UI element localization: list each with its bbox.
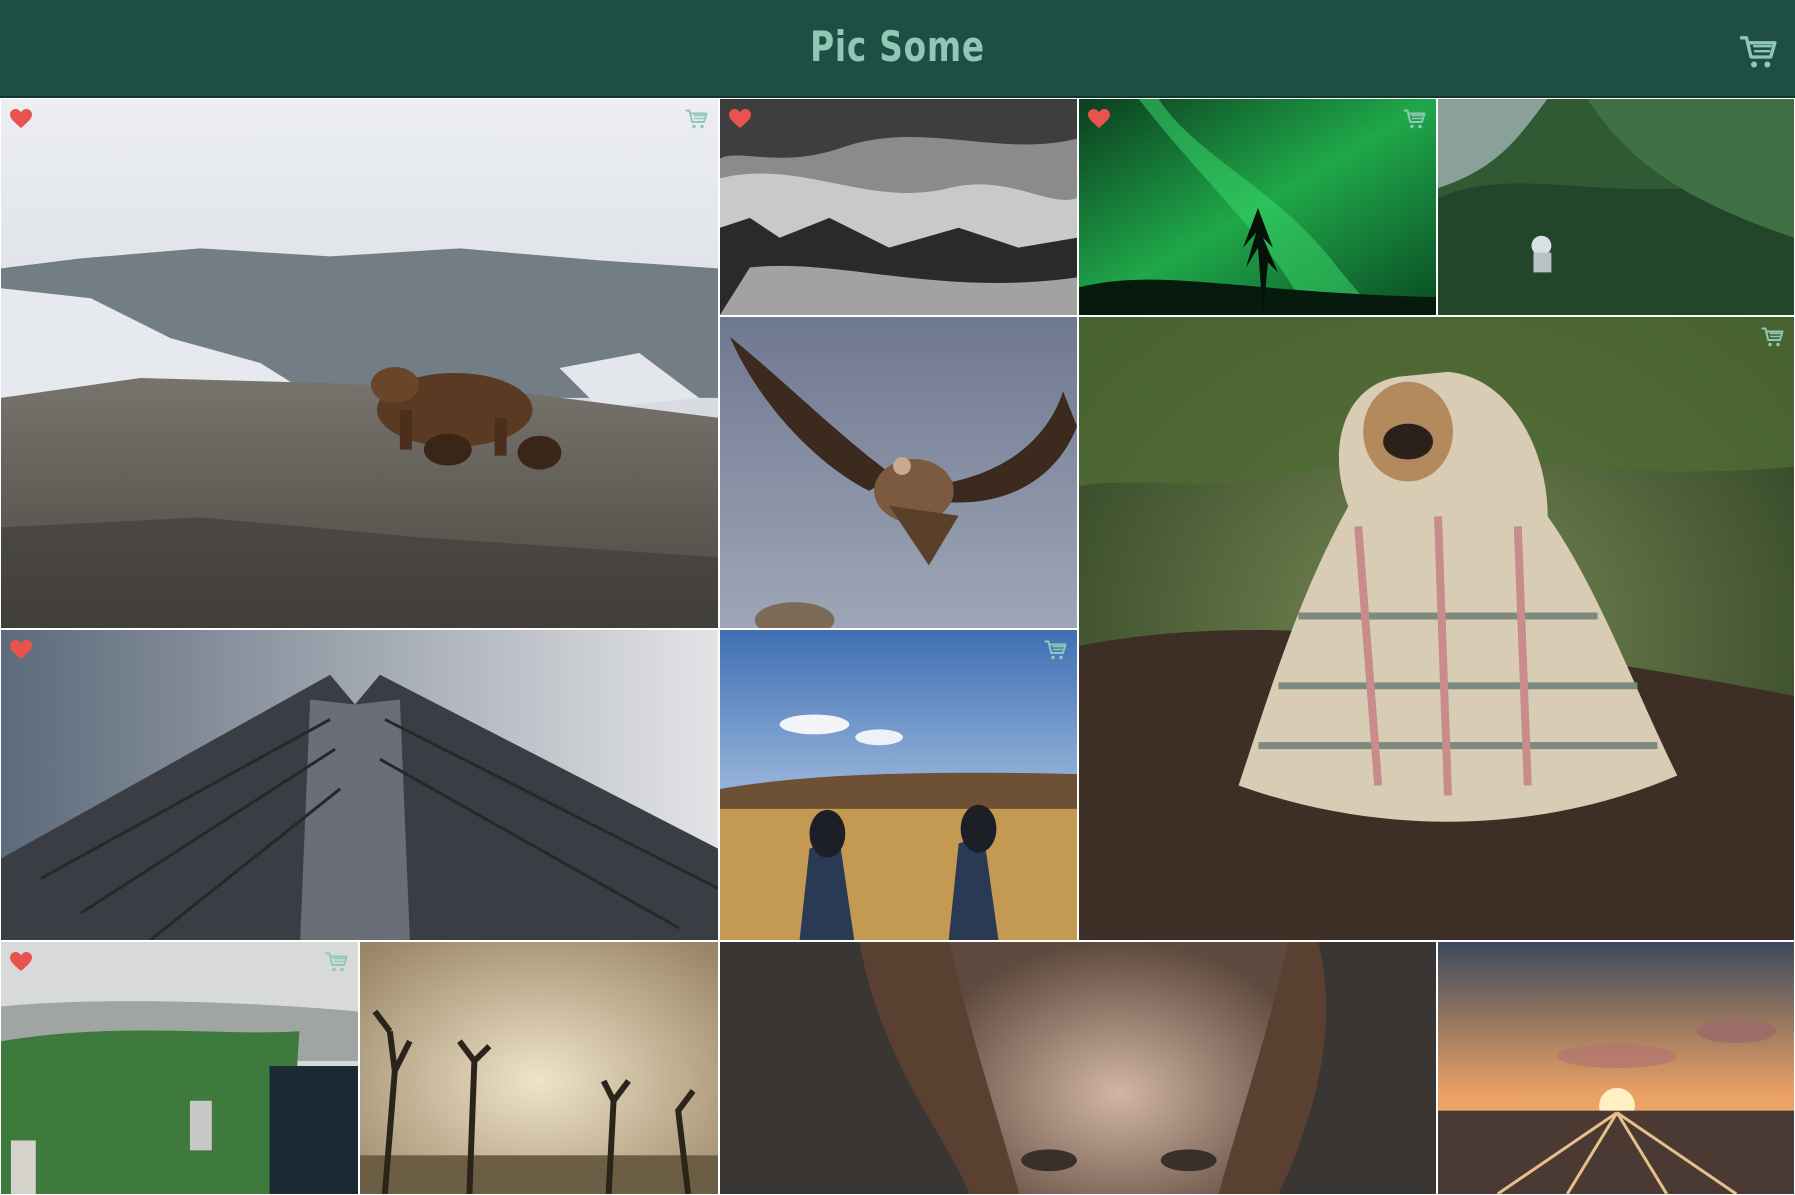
image-skyscraper [1,630,718,940]
add-to-cart-icon[interactable] [1760,325,1786,349]
image-tile-biker[interactable] [1437,98,1795,316]
heart-icon[interactable] [9,638,33,660]
add-to-cart-icon[interactable] [1043,638,1069,662]
heart-icon[interactable] [728,107,752,129]
app-header: Pic Some [0,0,1795,98]
image-biker [1438,99,1794,315]
image-tile-rail-yard[interactable] [1437,941,1795,1195]
image-central-park [1,942,358,1194]
image-northern-lights [1079,99,1436,315]
image-rail-yard [1438,942,1794,1194]
image-grid [0,98,1795,1195]
image-tile-woman-face[interactable] [719,941,1437,1195]
heart-icon[interactable] [9,107,33,129]
image-tile-sneakers[interactable] [719,629,1078,941]
image-tile-bear[interactable] [0,98,719,629]
heart-icon[interactable] [1087,107,1111,129]
image-tile-vulture[interactable] [719,316,1078,629]
image-tile-misty-forest[interactable] [719,98,1078,316]
image-tile-dead-trees[interactable] [359,941,719,1195]
cart-icon[interactable] [1739,32,1779,72]
app-title: Pic Some [810,22,985,71]
image-tile-central-park[interactable] [0,941,359,1195]
image-bear [1,99,718,628]
image-sneakers [720,630,1077,940]
add-to-cart-icon[interactable] [1402,107,1428,131]
image-misty-forest [720,99,1077,315]
image-tile-pug[interactable] [1078,316,1795,941]
add-to-cart-icon[interactable] [324,950,350,974]
image-vulture [720,317,1077,628]
image-woman-face [720,942,1436,1194]
image-dead-trees [360,942,718,1194]
image-tile-northern-lights[interactable] [1078,98,1437,316]
image-pug [1079,317,1794,940]
add-to-cart-icon[interactable] [684,107,710,131]
image-tile-skyscraper[interactable] [0,629,719,941]
heart-icon[interactable] [9,950,33,972]
